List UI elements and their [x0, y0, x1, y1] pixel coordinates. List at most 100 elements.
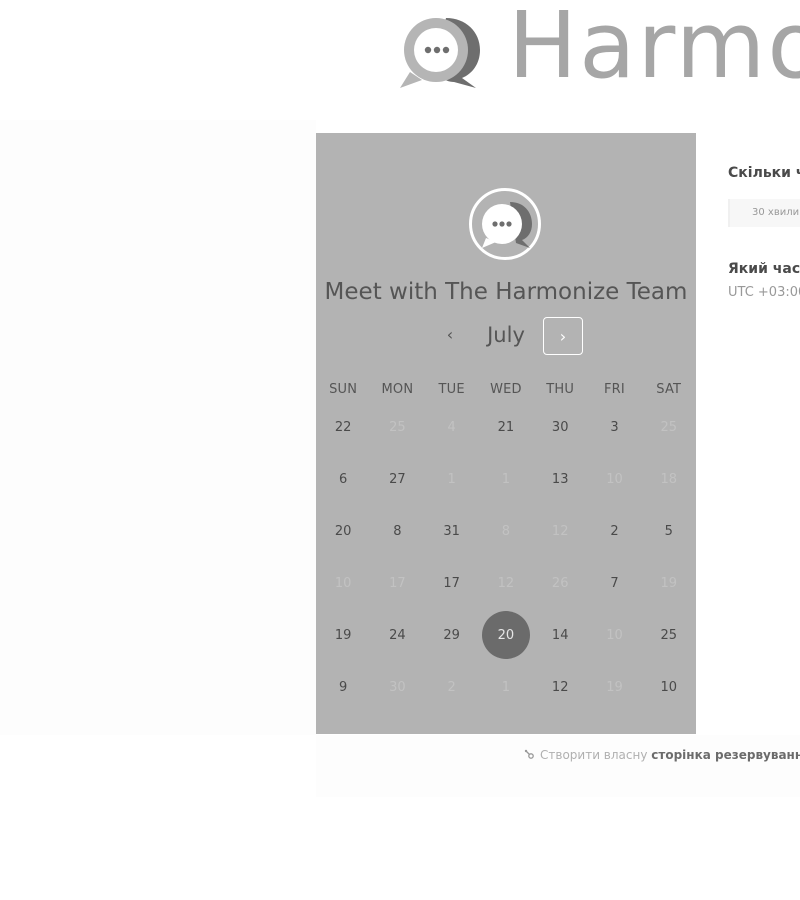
meeting-avatar [469, 188, 541, 260]
calendar-day-number: 19 [334, 627, 352, 643]
chevron-left-icon: ‹ [446, 324, 454, 344]
calendar-day-number: 20 [334, 523, 352, 539]
calendar-day: 10 [587, 609, 641, 661]
calendar-day-number: 14 [551, 627, 569, 643]
footer-link-text[interactable]: сторінка резервування [651, 748, 800, 762]
calendar-day-number: 25 [660, 627, 677, 643]
calendar-day[interactable]: 3 [587, 401, 641, 453]
timezone-selector[interactable]: UTC +03:00 [728, 285, 800, 300]
calendar-day-number: 12 [497, 575, 515, 591]
calendar-day[interactable]: 7 [587, 557, 641, 609]
weekday-label: MON [381, 382, 414, 397]
calendar-day-number: 10 [606, 471, 623, 487]
calendar-day: 4 [425, 401, 479, 453]
calendar-day: 19 [642, 557, 696, 609]
next-month-button[interactable]: › [543, 317, 583, 355]
calendar-day-number: 30 [389, 679, 406, 695]
calendar-day[interactable]: 30 [533, 401, 587, 453]
calendar-day[interactable]: 24 [370, 609, 424, 661]
calendar-day: 1 [479, 661, 533, 713]
calendar-day: 17 [370, 557, 424, 609]
calendar-day-number: 30 [551, 419, 569, 435]
calendar-day[interactable]: 6 [316, 453, 370, 505]
weekday-label: SAT [656, 382, 682, 397]
calendar-day[interactable]: 14 [533, 609, 587, 661]
calendar-day[interactable]: 21 [479, 401, 533, 453]
left-pane [0, 120, 316, 735]
calendar-day[interactable]: 20 [316, 505, 370, 557]
calendar-day[interactable]: 8 [370, 505, 424, 557]
chat-bubble-icon [482, 202, 532, 248]
calendar-day[interactable]: 19 [316, 609, 370, 661]
calendar-day-number: 12 [551, 523, 569, 539]
footer-prefix: Створити власну [540, 748, 648, 762]
calendar-day-number: 24 [389, 627, 406, 643]
prev-month-button[interactable]: ‹ [436, 320, 464, 348]
weekday-label: TUE [438, 382, 465, 397]
calendar-day-number: 29 [443, 627, 460, 643]
calendar-week: 10 17 17 12 26 7 19 [316, 557, 696, 609]
calendar-day[interactable]: 31 [425, 505, 479, 557]
calendar-day-number: 10 [334, 575, 352, 591]
calendar-day: 8 [479, 505, 533, 557]
footer [316, 735, 800, 797]
calendar-day: 2 [425, 661, 479, 713]
calendar-day-number: 19 [660, 575, 677, 591]
calendar-day[interactable]: 27 [370, 453, 424, 505]
calendar-day-number: 19 [606, 679, 623, 695]
calendar-day-number: 27 [389, 471, 406, 487]
calendar-day-number: 8 [501, 523, 511, 539]
calendar-day[interactable]: 22 [316, 401, 370, 453]
weekday-header: SUN MON TUE WED THU FRI SAT [316, 382, 696, 397]
calendar-day[interactable]: 12 [533, 661, 587, 713]
calendar-day: 12 [533, 505, 587, 557]
calendar-day[interactable]: 2 [587, 505, 641, 557]
calendar-grid: 22 25 4 21 30 3 25 6 27 1 1 13 10 18 20 8 31 8 12 2 5 10 17 17 1… [316, 401, 696, 713]
calendar-day-selected[interactable]: 20 [479, 609, 533, 661]
calendar-day-number: 1 [501, 471, 511, 487]
month-label: July [487, 323, 525, 347]
calendar-day-number: 25 [660, 419, 677, 435]
calendar-day[interactable]: 25 [642, 609, 696, 661]
sprocket-icon [524, 749, 534, 759]
calendar-day-number: 2 [447, 679, 456, 695]
chat-bubble-icon [400, 17, 480, 88]
calendar-day: 10 [587, 453, 641, 505]
calendar-day-number: 1 [447, 471, 456, 487]
calendar-day[interactable]: 10 [642, 661, 696, 713]
calendar-day[interactable]: 5 [642, 505, 696, 557]
calendar-day[interactable]: 9 [316, 661, 370, 713]
calendar-day-number: 12 [551, 679, 569, 695]
calendar-day: 10 [316, 557, 370, 609]
calendar-day-number: 5 [664, 523, 673, 539]
calendar-day-number: 3 [610, 419, 619, 435]
meeting-title: Meet with The Harmonize Team [324, 279, 688, 305]
calendar-day-number: 17 [443, 575, 460, 591]
duration-option-button[interactable]: 30 хвили [728, 199, 800, 227]
calendar-day[interactable]: 13 [533, 453, 587, 505]
calendar-day-number: 6 [338, 471, 348, 487]
calendar-day-number: 13 [551, 471, 569, 487]
calendar-day[interactable]: 17 [425, 557, 479, 609]
footer-link[interactable]: Створити власну сторінка резервування [524, 748, 800, 762]
calendar-day: 1 [479, 453, 533, 505]
calendar-week: 6 27 1 1 13 10 18 [316, 453, 696, 505]
calendar-day-number: 10 [606, 627, 623, 643]
calendar-day[interactable]: 29 [425, 609, 479, 661]
calendar-card: Meet with The Harmonize Team ‹ July › SU… [316, 133, 696, 734]
weekday-label: WED [490, 382, 522, 397]
calendar-day-number: 31 [443, 523, 460, 539]
calendar-day: 26 [533, 557, 587, 609]
calendar-day-number: 8 [393, 523, 402, 539]
calendar-day-number: 9 [338, 679, 348, 695]
calendar-day-number: 7 [610, 575, 619, 591]
weekday-label: FRI [603, 382, 625, 397]
calendar-day: 18 [642, 453, 696, 505]
calendar-day-number: 10 [660, 679, 677, 695]
calendar-day-number: 20 [481, 611, 530, 659]
weekday-label: SUN [329, 382, 358, 397]
calendar-day-number: 1 [501, 679, 511, 695]
calendar-week: 22 25 4 21 30 3 25 [316, 401, 696, 453]
calendar-day-number: 25 [389, 419, 406, 435]
calendar-week: 19 24 29 20 14 10 25 [316, 609, 696, 661]
